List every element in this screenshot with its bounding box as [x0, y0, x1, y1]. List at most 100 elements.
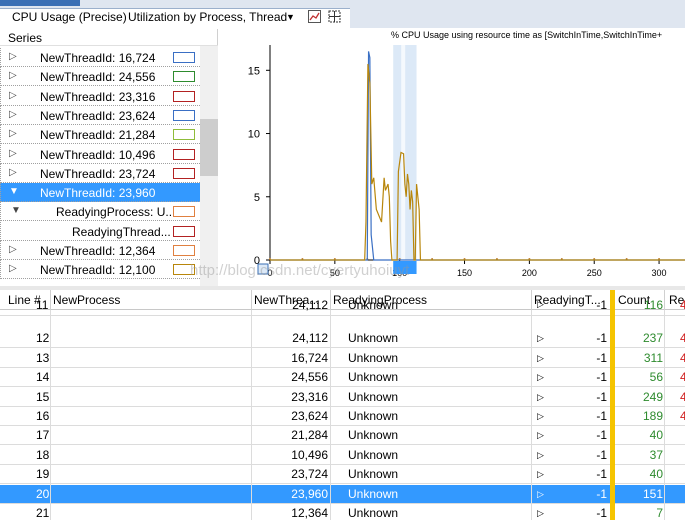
series-row[interactable]: ▷ NewThreadId: 24,556: [0, 67, 200, 87]
table-row[interactable]: 11 24,112 Unknown -1 116 4 ▷: [0, 298, 685, 316]
graph-title: CPU Usage (Precise): [12, 10, 127, 24]
expand-arrow-icon[interactable]: ▷: [9, 244, 17, 255]
series-row[interactable]: ▷ NewThreadId: 23,624: [0, 105, 200, 125]
scrollbar-thumb[interactable]: [200, 119, 218, 176]
expand-arrow-icon[interactable]: ▷: [537, 450, 544, 461]
watermark: http://blog.csdn.net/cyertyuhoiuyt: [190, 262, 410, 279]
series-color-swatch[interactable]: [173, 148, 195, 160]
expand-arrow-icon[interactable]: ▷: [9, 70, 17, 81]
series-color-swatch[interactable]: [173, 109, 195, 121]
cell-readyingthread: -1: [596, 447, 607, 462]
series-label: NewThreadId: 12,100: [40, 263, 156, 278]
series-row[interactable]: ▷ NewThreadId: 21,284: [0, 125, 200, 145]
view-preset-dropdown[interactable]: Utilization by Process, Thread: [128, 10, 287, 24]
cell-line-number: 13: [36, 350, 50, 365]
series-row[interactable]: ▼ ReadyingProcess: U...: [0, 202, 200, 222]
cell-readyingthread: -1: [596, 370, 607, 385]
expand-arrow-icon[interactable]: ▷: [537, 430, 544, 441]
expand-arrow-icon[interactable]: ▷: [537, 299, 544, 310]
cell-line-number: 15: [36, 389, 50, 404]
expand-arrow-icon[interactable]: ▷: [9, 109, 17, 120]
series-color-swatch[interactable]: [173, 245, 195, 256]
table-row[interactable]: 13 16,724 Unknown -1 311 4 ▷: [0, 349, 685, 368]
cell-line-number: 19: [36, 467, 50, 482]
series-scrollbar[interactable]: [200, 46, 218, 286]
cell-line-number: 18: [36, 447, 50, 462]
series-label: NewThreadId: 23,724: [40, 166, 156, 181]
series-color-swatch[interactable]: [173, 225, 195, 237]
expand-arrow-icon[interactable]: ▷: [537, 469, 544, 480]
cell-count: 151: [642, 486, 663, 501]
cell-newthreadid: 24,112: [292, 331, 328, 346]
series-row[interactable]: ▷ NewThreadId: 23,316: [0, 86, 200, 106]
y-tick-label: 10: [248, 129, 260, 141]
series-label: ReadyingThread...: [72, 224, 170, 239]
series-row[interactable]: ▼ NewThreadId: 23,960: [0, 183, 200, 203]
series-color-swatch[interactable]: [173, 206, 195, 218]
series-label: NewThreadId: 23,960: [40, 186, 156, 201]
expand-arrow-icon[interactable]: ▷: [537, 392, 544, 403]
cell-readyingprocess: Unknown: [348, 298, 399, 312]
series-color-swatch[interactable]: [173, 71, 195, 83]
cell-line-number: 16: [36, 409, 50, 423]
chart-settings-icon[interactable]: [308, 10, 321, 23]
series-panel: Series ▷ NewThreadId: 16,724 ▷ NewThreadId:…: [0, 29, 218, 286]
column-divider-handle[interactable]: [610, 290, 615, 520]
series-color-swatch[interactable]: [173, 129, 195, 141]
cell-rea: 4: [680, 298, 685, 312]
cell-line-number: 12: [36, 331, 50, 346]
expand-arrow-icon[interactable]: ▷: [9, 167, 17, 178]
table-row[interactable]: 12 24,112 Unknown -1 237 4 ▷: [0, 329, 685, 349]
cell-readyingprocess: Unknown: [348, 506, 399, 520]
cell-readyingprocess: Unknown: [348, 370, 399, 385]
expand-arrow-icon[interactable]: ▷: [537, 353, 544, 364]
cell-readyingprocess: Unknown: [348, 486, 399, 501]
table-row[interactable]: 20 23,960 Unknown -1 151 ▷: [0, 484, 685, 504]
series-color-swatch[interactable]: [173, 167, 195, 179]
table-row[interactable]: 21 12,364 Unknown -1 7 ▷: [0, 504, 685, 520]
table-row[interactable]: 19 23,724 Unknown -1 40 ▷: [0, 465, 685, 485]
cell-line-number: 17: [36, 428, 50, 443]
series-row[interactable]: ▷ NewThreadId: 16,724: [0, 48, 200, 67]
cell-rea: 4: [680, 350, 685, 365]
series-color-swatch[interactable]: [173, 187, 195, 199]
series-color-swatch[interactable]: [173, 52, 195, 63]
series-row[interactable]: ▷ NewThreadId: 12,100: [0, 260, 200, 280]
expand-arrow-icon[interactable]: ▷: [537, 333, 544, 344]
collapse-arrow-icon[interactable]: ▼: [9, 186, 19, 197]
cell-count: 56: [649, 370, 663, 385]
collapse-arrow-icon[interactable]: ▼: [11, 205, 21, 216]
expand-arrow-icon[interactable]: ▷: [537, 489, 544, 500]
cell-newthreadid: 10,496: [291, 447, 328, 462]
cell-line-number: 20: [36, 486, 50, 501]
table-row[interactable]: 16 23,624 Unknown -1 189 4 ▷: [0, 407, 685, 426]
series-row[interactable]: ▷ NewThreadId: 10,496: [0, 144, 200, 164]
cell-readyingthread: -1: [596, 486, 607, 501]
table-row[interactable]: 18 10,496 Unknown -1 37 ▷: [0, 446, 685, 465]
cell-rea: 4: [680, 409, 685, 423]
table-row[interactable]: 15 23,316 Unknown -1 249 4 ▷: [0, 388, 685, 407]
expand-arrow-icon[interactable]: ▷: [9, 90, 17, 101]
expand-arrow-icon[interactable]: ▷: [9, 148, 17, 159]
triangle-down-icon[interactable]: ▼: [286, 12, 295, 22]
expand-arrow-icon[interactable]: ▷: [537, 411, 544, 422]
cell-readyingprocess: Unknown: [348, 428, 399, 443]
expand-arrow-icon[interactable]: ▷: [537, 372, 544, 383]
grid-select-icon[interactable]: [328, 10, 341, 23]
x-tick-label: 300: [652, 268, 667, 278]
series-row[interactable]: ReadyingThread...: [0, 221, 200, 241]
series-label: NewThreadId: 23,624: [40, 108, 156, 123]
table-row[interactable]: 17 21,284 Unknown -1 40 ▷: [0, 426, 685, 446]
expand-arrow-icon[interactable]: ▷: [9, 263, 17, 274]
chart-plot[interactable]: 051015050100150200250300: [219, 29, 685, 286]
series-row[interactable]: ▷ NewThreadId: 23,724: [0, 163, 200, 183]
expand-arrow-icon[interactable]: ▷: [9, 128, 17, 139]
cell-newthreadid: 24,556: [291, 370, 328, 385]
cell-readyingthread: -1: [596, 467, 607, 482]
series-row[interactable]: ▷ NewThreadId: 12,364: [0, 241, 200, 260]
table-row[interactable]: 14 24,556 Unknown -1 56 4 ▷: [0, 368, 685, 388]
series-color-swatch[interactable]: [173, 90, 195, 102]
data-table: Line # NewProcess NewThrea... ReadyingPr…: [0, 290, 685, 520]
expand-arrow-icon[interactable]: ▷: [537, 508, 544, 519]
expand-arrow-icon[interactable]: ▷: [9, 51, 17, 62]
